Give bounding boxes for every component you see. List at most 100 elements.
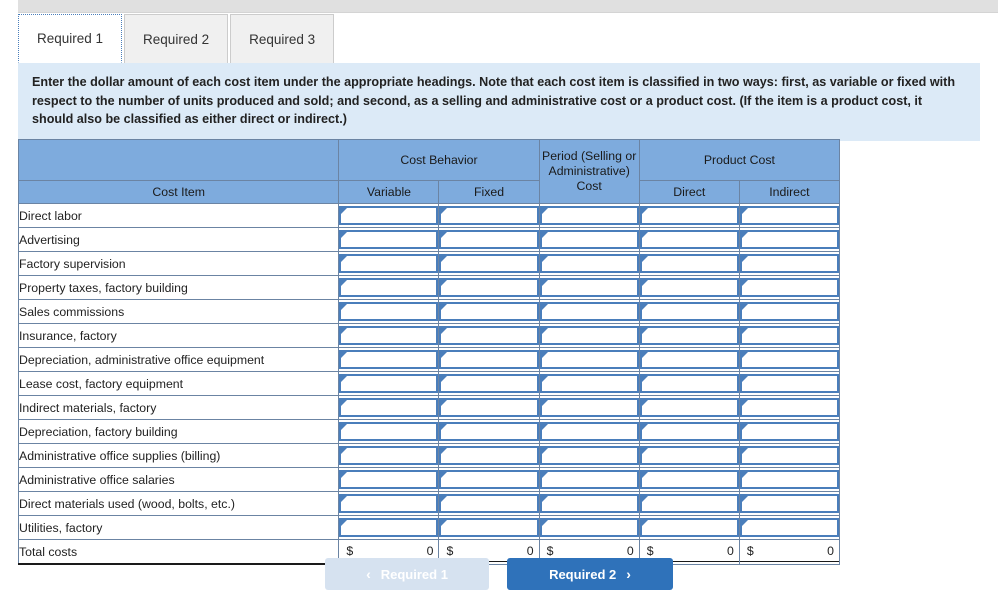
cell-variable[interactable] [338, 371, 440, 396]
cell-direct[interactable] [638, 467, 740, 492]
cell-indirect[interactable] [738, 371, 841, 396]
cell-fixed[interactable] [438, 467, 540, 492]
cell-direct[interactable] [638, 443, 740, 468]
amount-input-indirect[interactable] [739, 518, 839, 537]
cell-variable[interactable] [338, 203, 440, 228]
cell-indirect[interactable] [738, 299, 841, 324]
cell-direct[interactable] [638, 275, 740, 300]
amount-input-fixed[interactable] [439, 278, 539, 297]
tab-required-1[interactable]: Required 1 [18, 14, 123, 63]
cell-period[interactable] [538, 227, 640, 252]
cell-period[interactable] [538, 491, 640, 516]
prev-required-1-button[interactable]: ‹ Required 1 [325, 558, 489, 590]
cell-indirect[interactable] [738, 467, 841, 492]
amount-input-indirect[interactable] [739, 230, 839, 249]
amount-input-direct[interactable] [639, 206, 739, 225]
cell-direct[interactable] [638, 395, 740, 420]
amount-input-fixed[interactable] [439, 374, 539, 393]
amount-input-variable[interactable] [339, 254, 439, 273]
amount-input-period[interactable] [539, 518, 639, 537]
amount-input-variable[interactable] [339, 302, 439, 321]
cell-period[interactable] [538, 419, 640, 444]
cell-variable[interactable] [338, 227, 440, 252]
amount-input-fixed[interactable] [439, 254, 539, 273]
amount-input-indirect[interactable] [739, 422, 839, 441]
amount-input-period[interactable] [539, 446, 639, 465]
cell-indirect[interactable] [738, 491, 841, 516]
cell-fixed[interactable] [438, 203, 540, 228]
cell-fixed[interactable] [438, 395, 540, 420]
amount-input-fixed[interactable] [439, 518, 539, 537]
cell-period[interactable] [538, 467, 640, 492]
cell-period[interactable] [538, 347, 640, 372]
amount-input-direct[interactable] [639, 422, 739, 441]
cell-period[interactable] [538, 299, 640, 324]
amount-input-variable[interactable] [339, 398, 439, 417]
cell-indirect[interactable] [738, 515, 841, 540]
cell-variable[interactable] [338, 251, 440, 276]
amount-input-indirect[interactable] [739, 206, 839, 225]
cell-fixed[interactable] [438, 515, 540, 540]
amount-input-indirect[interactable] [739, 374, 839, 393]
cell-fixed[interactable] [438, 299, 540, 324]
amount-input-fixed[interactable] [439, 422, 539, 441]
cell-direct[interactable] [638, 251, 740, 276]
amount-input-fixed[interactable] [439, 398, 539, 417]
amount-input-period[interactable] [539, 326, 639, 345]
cell-fixed[interactable] [438, 323, 540, 348]
amount-input-variable[interactable] [339, 374, 439, 393]
amount-input-indirect[interactable] [739, 326, 839, 345]
cell-variable[interactable] [338, 515, 440, 540]
amount-input-direct[interactable] [639, 302, 739, 321]
cell-direct[interactable] [638, 371, 740, 396]
cell-fixed[interactable] [438, 443, 540, 468]
cell-variable[interactable] [338, 347, 440, 372]
cell-fixed[interactable] [438, 371, 540, 396]
cell-fixed[interactable] [438, 347, 540, 372]
cell-direct[interactable] [638, 515, 740, 540]
cell-period[interactable] [538, 275, 640, 300]
cell-direct[interactable] [638, 419, 740, 444]
tab-required-2[interactable]: Required 2 [124, 14, 229, 63]
amount-input-variable[interactable] [339, 350, 439, 369]
amount-input-indirect[interactable] [739, 278, 839, 297]
cell-indirect[interactable] [738, 443, 841, 468]
amount-input-variable[interactable] [339, 278, 439, 297]
amount-input-direct[interactable] [639, 494, 739, 513]
cell-period[interactable] [538, 203, 640, 228]
amount-input-indirect[interactable] [739, 494, 839, 513]
amount-input-period[interactable] [539, 206, 639, 225]
amount-input-variable[interactable] [339, 422, 439, 441]
amount-input-fixed[interactable] [439, 326, 539, 345]
amount-input-variable[interactable] [339, 230, 439, 249]
cell-indirect[interactable] [738, 323, 841, 348]
amount-input-fixed[interactable] [439, 350, 539, 369]
cell-direct[interactable] [638, 203, 740, 228]
amount-input-period[interactable] [539, 302, 639, 321]
amount-input-indirect[interactable] [739, 302, 839, 321]
cell-variable[interactable] [338, 323, 440, 348]
amount-input-direct[interactable] [639, 230, 739, 249]
cell-period[interactable] [538, 371, 640, 396]
next-required-2-button[interactable]: Required 2 › [507, 558, 673, 590]
cell-indirect[interactable] [738, 395, 841, 420]
amount-input-direct[interactable] [639, 374, 739, 393]
cell-period[interactable] [538, 323, 640, 348]
amount-input-indirect[interactable] [739, 398, 839, 417]
cell-indirect[interactable] [738, 203, 841, 228]
amount-input-fixed[interactable] [439, 446, 539, 465]
cell-variable[interactable] [338, 299, 440, 324]
cell-indirect[interactable] [738, 419, 841, 444]
cell-variable[interactable] [338, 467, 440, 492]
amount-input-variable[interactable] [339, 494, 439, 513]
amount-input-period[interactable] [539, 230, 639, 249]
cell-indirect[interactable] [738, 227, 841, 252]
amount-input-direct[interactable] [639, 350, 739, 369]
amount-input-direct[interactable] [639, 254, 739, 273]
cell-direct[interactable] [638, 323, 740, 348]
amount-input-fixed[interactable] [439, 470, 539, 489]
amount-input-indirect[interactable] [739, 254, 839, 273]
cell-period[interactable] [538, 395, 640, 420]
cell-variable[interactable] [338, 443, 440, 468]
amount-input-fixed[interactable] [439, 302, 539, 321]
